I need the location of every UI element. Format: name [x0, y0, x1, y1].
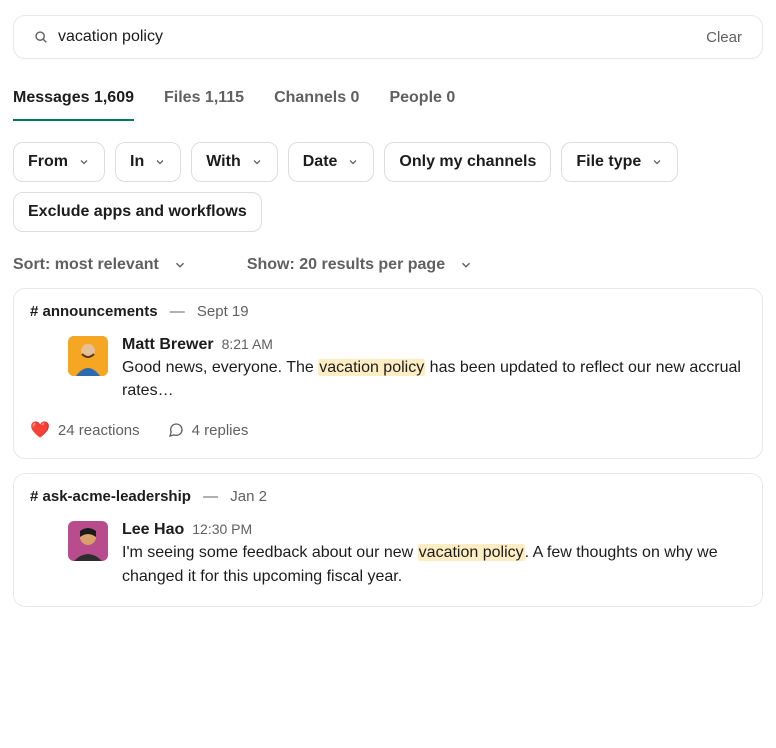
- chevron-down-icon: [651, 156, 663, 168]
- result-footer: ❤️ 24 reactions 4 replies: [30, 420, 746, 440]
- result-header: # announcements — Sept 19: [30, 303, 746, 320]
- tab-people[interactable]: People 0: [389, 89, 455, 121]
- search-bar: Clear: [13, 15, 763, 59]
- chevron-down-icon: [459, 258, 473, 272]
- chevron-down-icon: [78, 156, 90, 168]
- tab-channels[interactable]: Channels 0: [274, 89, 359, 121]
- search-highlight: vacation policy: [418, 544, 525, 561]
- sort-show-row: Sort: most relevant Show: 20 results per…: [13, 256, 763, 274]
- message-text: I'm seeing some feedback about our new v…: [122, 541, 746, 587]
- tab-count: 0: [351, 89, 360, 106]
- thread-icon: [168, 422, 184, 438]
- avatar[interactable]: [68, 521, 108, 561]
- heart-icon: ❤️: [30, 420, 50, 440]
- message-time: 8:21 AM: [222, 336, 273, 352]
- filter-from[interactable]: From: [13, 142, 105, 182]
- message: Lee Hao 12:30 PM I'm seeing some feedbac…: [30, 521, 746, 587]
- filter-label: With: [206, 153, 241, 171]
- search-input[interactable]: [58, 28, 696, 46]
- filter-label: Date: [303, 153, 338, 171]
- result-date-sep: —: [166, 303, 189, 320]
- result-card[interactable]: # announcements — Sept 19 Matt Brewer 8:…: [13, 288, 763, 459]
- filter-label: In: [130, 153, 144, 171]
- clear-button[interactable]: Clear: [706, 29, 742, 46]
- channel-name[interactable]: # announcements: [30, 303, 158, 320]
- show-label: Show: 20 results per page: [247, 256, 445, 274]
- avatar[interactable]: [68, 336, 108, 376]
- filter-only-my-channels[interactable]: Only my channels: [384, 142, 551, 182]
- tab-label: Messages: [13, 89, 90, 106]
- filter-label: Exclude apps and workflows: [28, 203, 247, 221]
- result-card[interactable]: # ask-acme-leadership — Jan 2 Lee Hao 12…: [13, 473, 763, 606]
- message-time: 12:30 PM: [192, 521, 252, 537]
- filter-date[interactable]: Date: [288, 142, 375, 182]
- chevron-down-icon: [251, 156, 263, 168]
- filter-label: File type: [576, 153, 641, 171]
- filter-with[interactable]: With: [191, 142, 278, 182]
- reactions-count: 24 reactions: [58, 422, 140, 439]
- channel-name[interactable]: # ask-acme-leadership: [30, 488, 191, 505]
- filter-label: From: [28, 153, 68, 171]
- chevron-down-icon: [173, 258, 187, 272]
- reactions-summary[interactable]: ❤️ 24 reactions: [30, 420, 140, 440]
- result-date: Sept 19: [197, 303, 249, 320]
- search-icon: [34, 30, 48, 44]
- message: Matt Brewer 8:21 AM Good news, everyone.…: [30, 336, 746, 402]
- tab-messages[interactable]: Messages 1,609: [13, 89, 134, 121]
- result-tabs: Messages 1,609 Files 1,115 Channels 0 Pe…: [13, 89, 763, 122]
- result-date: Jan 2: [230, 488, 267, 505]
- chevron-down-icon: [347, 156, 359, 168]
- tab-label: People: [389, 89, 441, 106]
- replies-count: 4 replies: [192, 422, 249, 439]
- sort-label: Sort: most relevant: [13, 256, 159, 274]
- filter-file-type[interactable]: File type: [561, 142, 678, 182]
- tab-label: Channels: [274, 89, 346, 106]
- message-body: Matt Brewer 8:21 AM Good news, everyone.…: [122, 336, 746, 402]
- author-name[interactable]: Matt Brewer: [122, 336, 214, 354]
- message-text: Good news, everyone. The vacation policy…: [122, 356, 746, 402]
- tab-files[interactable]: Files 1,115: [164, 89, 244, 121]
- tab-label: Files: [164, 89, 200, 106]
- result-date-sep: —: [199, 488, 222, 505]
- replies-summary[interactable]: 4 replies: [168, 422, 249, 439]
- filter-exclude-apps[interactable]: Exclude apps and workflows: [13, 192, 262, 232]
- sort-dropdown[interactable]: Sort: most relevant: [13, 256, 187, 274]
- search-results: # announcements — Sept 19 Matt Brewer 8:…: [13, 288, 763, 607]
- result-header: # ask-acme-leadership — Jan 2: [30, 488, 746, 505]
- tab-count: 1,609: [94, 89, 134, 106]
- chevron-down-icon: [154, 156, 166, 168]
- tab-count: 0: [446, 89, 455, 106]
- tab-count: 1,115: [205, 89, 244, 106]
- filter-in[interactable]: In: [115, 142, 181, 182]
- filter-label: Only my channels: [399, 153, 536, 171]
- show-dropdown[interactable]: Show: 20 results per page: [247, 256, 473, 274]
- author-name[interactable]: Lee Hao: [122, 521, 184, 539]
- message-body: Lee Hao 12:30 PM I'm seeing some feedbac…: [122, 521, 746, 587]
- search-highlight: vacation policy: [318, 359, 425, 376]
- filter-row: From In With Date Only my channels File …: [13, 142, 763, 232]
